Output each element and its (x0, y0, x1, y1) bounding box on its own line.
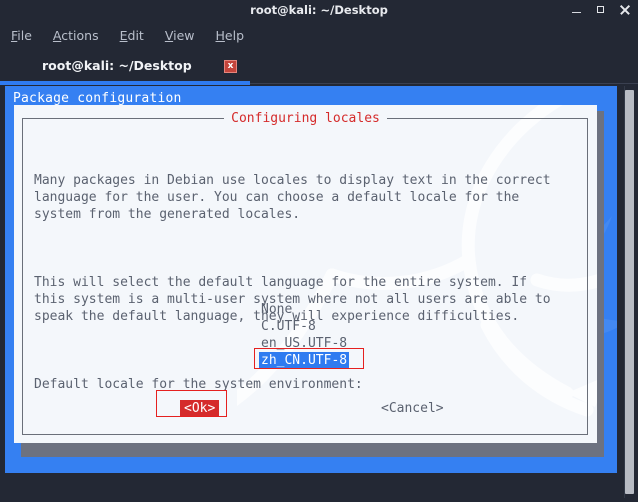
dialog-body: Many packages in Debian use locales to d… (34, 138, 580, 427)
menu-rest: ile (17, 28, 32, 43)
menu-mnemonic: H (215, 28, 225, 43)
menu-rest: iew (173, 28, 195, 43)
window-title: root@kali: ~/Desktop (250, 3, 388, 17)
locale-list: None C.UTF-8 en_US.UTF-8 zh_CN.UTF-8 (259, 301, 350, 369)
cancel-button[interactable]: <Cancel> (377, 400, 448, 417)
minimize-icon[interactable] (570, 3, 583, 16)
maximize-icon[interactable] (594, 3, 607, 16)
window-titlebar: root@kali: ~/Desktop (0, 0, 638, 22)
menu-item-file[interactable]: File (11, 28, 32, 43)
menu-item-view[interactable]: View (165, 28, 195, 43)
tabbar-baseline (250, 83, 638, 84)
tab-label: root@kali: ~/Desktop (42, 58, 192, 73)
locale-option-en-us[interactable]: en_US.UTF-8 (259, 335, 349, 352)
dialog-paragraph-1: Many packages in Debian use locales to d… (34, 173, 551, 222)
menu-rest: ctions (61, 28, 99, 43)
menu-rest: dit (127, 28, 144, 43)
dialog-paragraph-3: Default locale for the system environmen… (34, 377, 363, 392)
menu-mnemonic: A (52, 28, 62, 43)
dialog-title: Configuring locales (14, 111, 597, 126)
menu-item-edit[interactable]: Edit (120, 28, 144, 43)
menubar: File Actions Edit View Help (0, 22, 638, 49)
menu-mnemonic: V (164, 28, 174, 43)
tab-close-icon[interactable]: x (224, 60, 237, 73)
tabbar: root@kali: ~/Desktop x (0, 49, 638, 85)
dialog-title-text: Configuring locales (224, 111, 387, 126)
terminal-window: root@kali: ~/Desktop File Actions Edit V… (0, 0, 638, 502)
vertical-scroll-thumb[interactable] (625, 90, 634, 494)
menu-mnemonic: E (119, 28, 128, 43)
locale-option-none[interactable]: None (259, 301, 294, 318)
close-icon[interactable] (618, 3, 631, 16)
tab-root-desktop[interactable]: root@kali: ~/Desktop x (0, 49, 250, 85)
locale-option-c-utf8[interactable]: C.UTF-8 (259, 318, 318, 335)
package-configuration-header: Package configuration (13, 91, 182, 106)
locale-option-zh-cn[interactable]: zh_CN.UTF-8 (259, 352, 350, 369)
menu-item-actions[interactable]: Actions (53, 28, 99, 43)
window-controls (570, 3, 631, 16)
menu-rest: elp (224, 28, 245, 43)
configuring-locales-dialog: Configuring locales Many packages in Deb… (14, 105, 597, 443)
ok-button[interactable]: <Ok> (180, 400, 220, 417)
menu-item-help[interactable]: Help (216, 28, 245, 43)
tab-active-indicator (0, 81, 250, 85)
